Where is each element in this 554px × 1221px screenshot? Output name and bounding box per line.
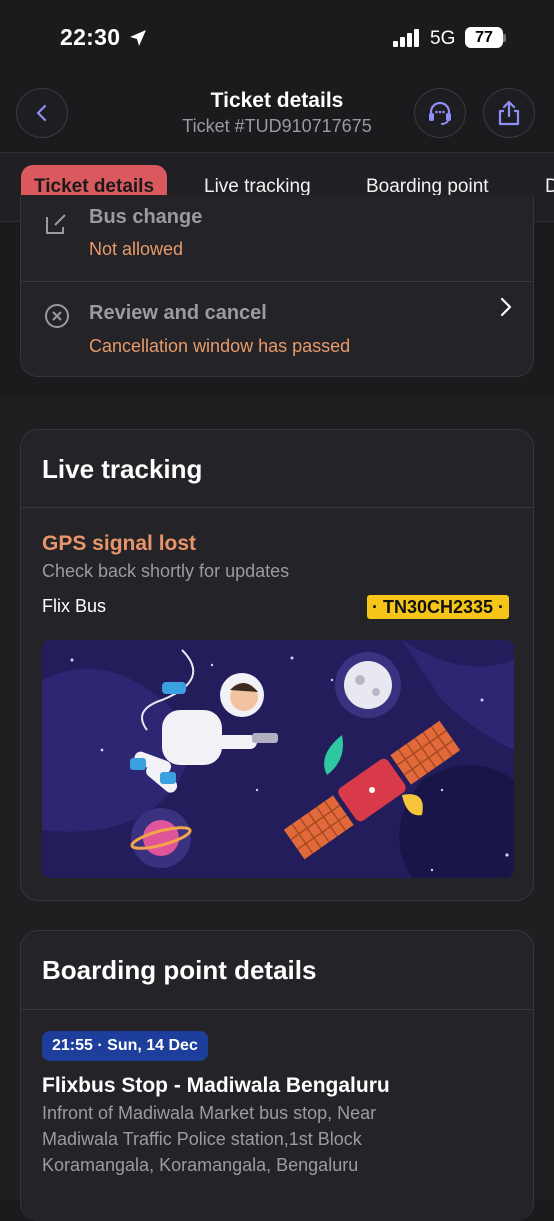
chevron-right-icon <box>500 297 512 317</box>
boarding-address-line-2: Madiwala Traffic Police station,1st Bloc… <box>42 1129 362 1149</box>
battery-cap <box>503 34 506 42</box>
boarding-address-line-1: Infront of Madiwala Market bus stop, Nea… <box>42 1103 377 1123</box>
edit-icon <box>46 214 66 234</box>
ticket-actions-card: Bus change Not allowed Review and cancel… <box>20 195 534 377</box>
boarding-address-line-3: Koramangala, Koramangala, Bengaluru <box>42 1155 359 1175</box>
astronaut-illustration <box>42 640 514 878</box>
network-type: 5G <box>430 28 456 49</box>
location-arrow-icon <box>130 30 146 46</box>
tab-more[interactable]: D <box>545 165 554 209</box>
live-tracking-heading: Live tracking <box>42 454 203 484</box>
boarding-time-badge: 21:55 · Sun, 14 Dec <box>42 1031 208 1061</box>
share-icon <box>498 100 520 126</box>
review-cancel-title: Review and cancel <box>89 302 267 324</box>
page-title: Ticket details <box>210 89 344 112</box>
ticket-number: Ticket #TUD910717675 <box>182 116 372 136</box>
cancel-circle-icon <box>45 304 69 328</box>
boarding-heading: Boarding point details <box>42 955 317 985</box>
divider <box>21 507 533 508</box>
cellular-signal-icon <box>393 29 419 47</box>
bus-change-title: Bus change <box>89 206 203 228</box>
headset-icon <box>429 101 451 125</box>
share-button[interactable] <box>483 88 535 138</box>
boarding-point-card: Boarding point details 21:55 · Sun, 14 D… <box>20 930 534 1221</box>
space-illustration <box>42 640 514 878</box>
gps-status: GPS signal lost <box>42 532 197 555</box>
bus-change-status: Not allowed <box>89 239 184 259</box>
support-button[interactable] <box>414 88 466 138</box>
bus-change-row[interactable]: Bus change Not allowed <box>21 195 533 281</box>
review-cancel-row[interactable]: Review and cancel Cancellation window ha… <box>21 282 533 376</box>
plate-badge: · TN30CH2335 · <box>366 595 509 619</box>
operator-name: Flix Bus <box>42 596 107 616</box>
boarding-stop-name: Flixbus Stop - Madiwala Bengaluru <box>42 1074 390 1097</box>
review-cancel-status: Cancellation window has passed <box>89 336 351 356</box>
status-time: 22:30 <box>60 24 121 50</box>
divider <box>21 1009 533 1010</box>
battery-level: 77 <box>475 28 493 46</box>
gps-message: Check back shortly for updates <box>42 561 290 581</box>
battery-icon: 77 <box>465 27 503 48</box>
live-tracking-card: Live tracking GPS signal lost Check back… <box>20 429 534 901</box>
